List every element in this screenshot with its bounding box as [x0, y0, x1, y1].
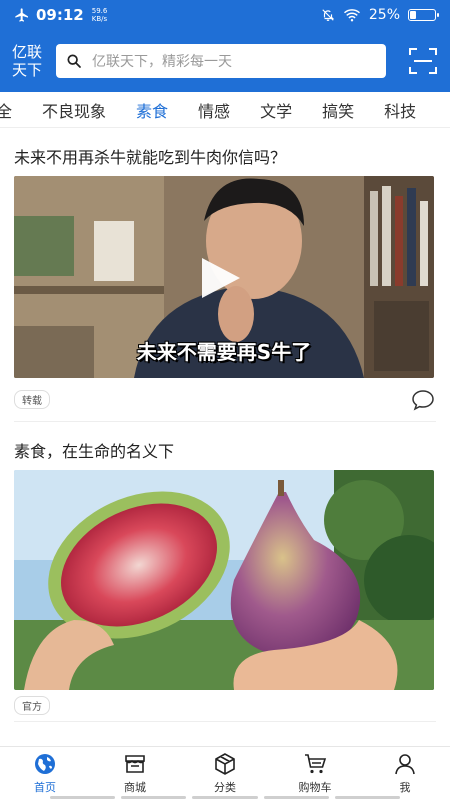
- tab-literature[interactable]: 文学: [245, 98, 307, 122]
- nav-cart[interactable]: 购物车: [270, 747, 360, 800]
- card-footer: 官方: [14, 690, 436, 722]
- tab-all[interactable]: 全: [0, 98, 27, 122]
- bottom-nav: 首页 商城 分类 购物车 我: [0, 746, 450, 800]
- scan-button[interactable]: [406, 44, 440, 78]
- nav-me[interactable]: 我: [360, 747, 450, 800]
- feed-card[interactable]: 素食，在生命的名义下 官方: [0, 422, 450, 722]
- nav-label: 商城: [124, 781, 146, 794]
- tab-tech[interactable]: 科技: [369, 98, 431, 122]
- tab-funny[interactable]: 搞笑: [307, 98, 369, 122]
- card-title[interactable]: 未来不用再杀牛就能吃到牛肉你信吗？: [14, 128, 436, 176]
- source-tag: 转载: [14, 390, 50, 409]
- source-tag: 官方: [14, 696, 50, 715]
- cart-icon: [305, 754, 327, 774]
- app-header: 亿联 天下 亿联天下，精彩每一天: [0, 30, 450, 92]
- search-icon: [67, 54, 81, 68]
- nav-home[interactable]: 首页: [0, 747, 90, 800]
- nav-store[interactable]: 商城: [90, 747, 180, 800]
- app-logo: 亿联 天下: [12, 43, 43, 79]
- network-speed: 59.6 KB/s: [91, 7, 108, 23]
- figs-photo: [14, 470, 434, 690]
- status-time: 09:12: [36, 6, 84, 24]
- card-footer: 转载: [14, 378, 436, 422]
- video-caption: 未来不需要再S牛了: [136, 340, 312, 364]
- tab-vegetarian[interactable]: 素食: [121, 98, 183, 122]
- news-feed: 未来不用再杀牛就能吃到牛肉你信吗？ 未来不需要再S牛了 转载 素食，在生命的名义…: [0, 128, 450, 746]
- tab-bad-phenomena[interactable]: 不良现象: [27, 98, 121, 122]
- user-icon: [395, 754, 415, 775]
- comment-button[interactable]: [410, 387, 436, 413]
- airplane-icon: [15, 8, 28, 22]
- scan-icon: [409, 48, 437, 74]
- battery-percent: 25%: [368, 7, 400, 23]
- tab-emotion[interactable]: 情感: [183, 98, 245, 122]
- nav-label: 我: [399, 781, 411, 794]
- video-thumbnail[interactable]: 未来不需要再S牛了: [14, 176, 434, 378]
- card-title[interactable]: 素食，在生命的名义下: [14, 422, 436, 470]
- gesture-bar: [50, 796, 401, 799]
- store-icon: [125, 755, 145, 773]
- mute-bell-icon: [322, 9, 334, 21]
- category-tabs: 全 不良现象 素食 情感 文学 搞笑 科技: [0, 92, 450, 128]
- status-bar: 09:12 59.6 KB/s 25%: [0, 0, 450, 30]
- comment-icon: [412, 389, 434, 411]
- battery-fill: [410, 11, 416, 19]
- box-icon: [215, 753, 235, 775]
- globe-icon: [35, 754, 55, 774]
- nav-label: 分类: [214, 781, 236, 794]
- search-placeholder: 亿联天下，精彩每一天: [92, 54, 232, 70]
- nav-label: 购物车: [298, 781, 332, 794]
- search-input[interactable]: 亿联天下，精彩每一天: [56, 44, 386, 78]
- play-icon[interactable]: [196, 254, 244, 302]
- feed-card[interactable]: 未来不用再杀牛就能吃到牛肉你信吗？ 未来不需要再S牛了 转载: [0, 128, 450, 422]
- nav-label: 首页: [34, 781, 56, 794]
- article-image[interactable]: [14, 470, 434, 690]
- wifi-icon: [343, 9, 360, 22]
- battery-icon: [408, 9, 439, 21]
- nav-category[interactable]: 分类: [180, 747, 270, 800]
